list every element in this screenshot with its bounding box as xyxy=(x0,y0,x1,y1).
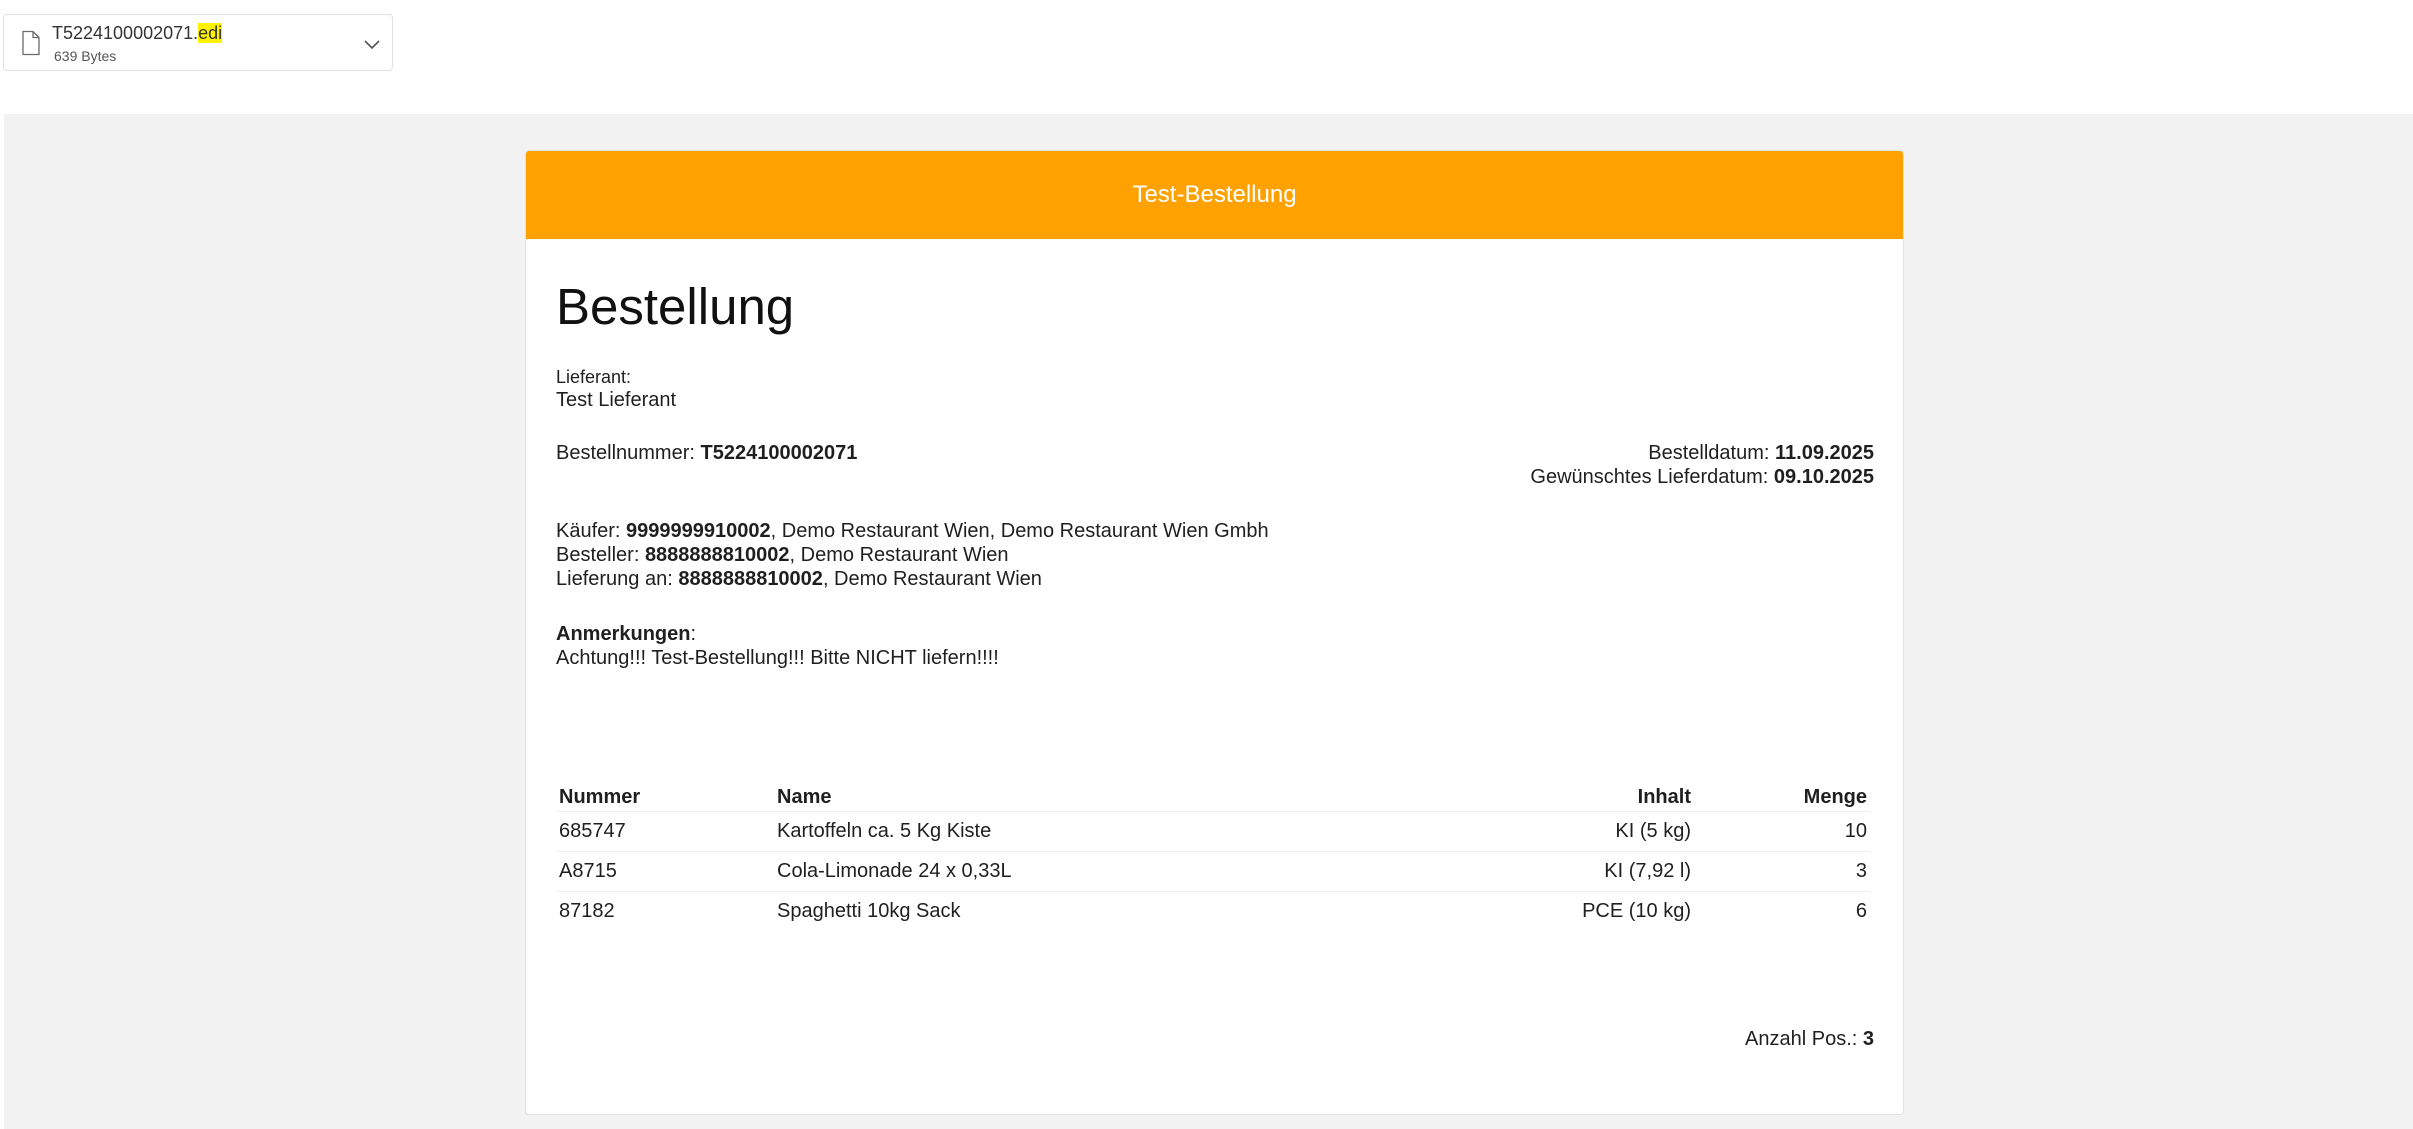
cell-quantity: 3 xyxy=(1694,851,1870,892)
delivery-date-value: 09.10.2025 xyxy=(1773,466,1874,488)
cell-name: Kartoffeln ca. 5 Kg Kiste xyxy=(774,811,1474,852)
orderer-details: , Demo Restaurant Wien xyxy=(789,544,1009,566)
order-dates: Bestelldatum: 11.09.2025 Gewünschtes Lie… xyxy=(1530,441,1874,489)
cell-number: 87182 xyxy=(559,900,615,922)
cell-name: Spaghetti 10kg Sack xyxy=(777,900,961,922)
delivery-date: Gewünschtes Lieferdatum: 09.10.2025 xyxy=(1530,465,1874,489)
attachment-file-size: 639 Bytes xyxy=(54,48,117,64)
cell-quantity: 10 xyxy=(1694,811,1870,852)
file-icon xyxy=(22,30,40,56)
column-header-content: Inhalt xyxy=(1474,783,1694,812)
buyer-label: Käufer: xyxy=(556,520,627,542)
cell-number: A8715 xyxy=(556,851,774,892)
cell-content: KI (7,92 l) xyxy=(1474,851,1694,892)
remarks-text: Achtung!!! Test-Bestellung!!! Bitte NICH… xyxy=(556,647,999,669)
order-document: Test-Bestellung Bestellung Lieferant: Te… xyxy=(525,150,1904,1115)
order-date-label: Bestelldatum: xyxy=(1648,442,1775,464)
position-count-value: 3 xyxy=(1862,1028,1874,1050)
cell-name: Cola-Limonade 24 x 0,33L xyxy=(774,851,1474,892)
party-info: Käufer: 9999999910002, Demo Restaurant W… xyxy=(556,519,1269,591)
file-name-base: T5224100002071. xyxy=(52,23,199,43)
column-header-quantity: Menge xyxy=(1694,783,1870,812)
chevron-down-icon[interactable] xyxy=(360,32,384,56)
buyer-id: 9999999910002 xyxy=(626,520,771,542)
remarks-heading: Anmerkungen: xyxy=(556,622,999,646)
order-date-value: 11.09.2025 xyxy=(1775,442,1874,464)
buyer-details: , Demo Restaurant Wien, Demo Restaurant … xyxy=(770,520,1269,542)
order-items-table: Nummer Name Inhalt Menge 685747 Kartoffe… xyxy=(556,783,1870,931)
cell-content: PCE (10 kg) xyxy=(1582,900,1691,922)
orderer-id: 8888888810002 xyxy=(644,544,790,566)
document-banner: Test-Bestellung xyxy=(526,151,1903,239)
order-date: Bestelldatum: 11.09.2025 xyxy=(1530,441,1874,465)
supplier-name: Test Lieferant xyxy=(556,389,677,411)
banner-title: Test-Bestellung xyxy=(1132,181,1297,208)
file-name-extension: edi xyxy=(198,23,223,43)
document-title: Bestellung xyxy=(556,278,795,335)
position-count: Anzahl Pos.: 3 xyxy=(1745,1027,1874,1051)
attachment-card[interactable]: T5224100002071.edi 639 Bytes xyxy=(3,14,393,71)
table-row: 87182 Spaghetti 10kg Sack PCE (10 kg) 6 xyxy=(556,892,1870,932)
order-number-label: Bestellnummer: xyxy=(556,442,701,464)
cell-number: 685747 xyxy=(556,811,774,852)
delivery-to-line: Lieferung an: 8888888810002, Demo Restau… xyxy=(556,567,1269,591)
order-number-value: T5224100002071 xyxy=(700,442,858,464)
order-number: Bestellnummer: T5224100002071 xyxy=(556,441,857,465)
table-header-row: Nummer Name Inhalt Menge xyxy=(556,783,1870,812)
position-count-label: Anzahl Pos.: xyxy=(1745,1028,1863,1050)
orderer-line: Besteller: 8888888810002, Demo Restauran… xyxy=(556,543,1269,567)
orderer-label: Besteller: xyxy=(556,544,645,566)
cell-content: KI (5 kg) xyxy=(1474,811,1694,852)
delivery-date-label: Gewünschtes Lieferdatum: xyxy=(1530,466,1774,488)
remarks: Anmerkungen: Achtung!!! Test-Bestellung!… xyxy=(556,622,999,670)
column-header-number: Nummer xyxy=(556,783,774,812)
remarks-colon: : xyxy=(690,623,697,645)
cell-quantity: 6 xyxy=(1855,900,1867,922)
delivery-to-label: Lieferung an: xyxy=(556,568,679,590)
supplier-label: Lieferant: xyxy=(556,367,632,387)
table-row: 685747 Kartoffeln ca. 5 Kg Kiste KI (5 k… xyxy=(556,811,1870,852)
column-header-name: Name xyxy=(774,783,1474,812)
delivery-to-details: , Demo Restaurant Wien xyxy=(822,568,1042,590)
buyer-line: Käufer: 9999999910002, Demo Restaurant W… xyxy=(556,519,1269,543)
remarks-label: Anmerkungen xyxy=(556,623,691,645)
table-row: A8715 Cola-Limonade 24 x 0,33L KI (7,92 … xyxy=(556,851,1870,892)
attachment-file-name[interactable]: T5224100002071.edi xyxy=(52,23,223,44)
delivery-to-id: 8888888810002 xyxy=(678,568,823,590)
document-preview-area: Test-Bestellung Bestellung Lieferant: Te… xyxy=(4,114,2413,1129)
